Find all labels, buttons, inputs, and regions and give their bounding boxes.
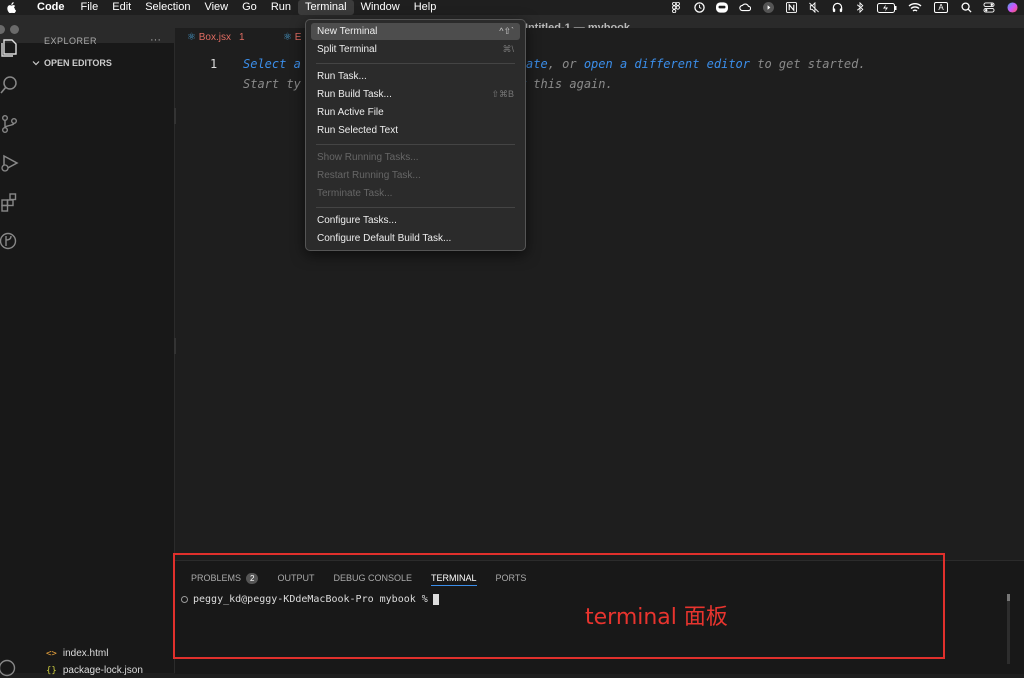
terminal-menu-dropdown: New Terminal ^⇧` Split Terminal ⌘\ Run Tas…	[305, 19, 526, 251]
account-icon[interactable]	[0, 658, 20, 678]
menu-item-shortcut: ⇧⌘B	[491, 89, 514, 99]
menu-terminal[interactable]: Terminal	[298, 0, 354, 15]
git-graph-icon[interactable]	[0, 231, 20, 251]
extensions-icon[interactable]	[0, 192, 20, 212]
search-icon[interactable]	[960, 2, 972, 13]
line-number: 1	[210, 57, 218, 71]
json-file-icon: {}	[46, 665, 57, 676]
chevron-down-icon	[32, 61, 40, 66]
hint-text: Start ty	[243, 77, 301, 91]
menu-item-shortcut: ^⇧`	[499, 26, 514, 36]
battery-icon[interactable]	[877, 2, 897, 13]
headphones-icon[interactable]	[831, 2, 843, 13]
tab-label: Box.jsx	[198, 32, 231, 43]
menu-app-code[interactable]: Code	[30, 0, 72, 15]
notion-icon[interactable]	[785, 2, 797, 13]
clock-icon[interactable]	[693, 2, 705, 13]
hint-text: , or	[547, 57, 584, 71]
menu-item-configure-default-build-task[interactable]: Configure Default Build Task...	[311, 230, 520, 247]
annotation-highlight-box	[173, 553, 945, 659]
menu-item-label: Configure Tasks...	[317, 215, 397, 226]
open-editors-label: OPEN EDITORS	[44, 58, 112, 68]
file-package-lock-json[interactable]: {} package-lock.json	[46, 665, 143, 676]
input-source-label: A	[934, 2, 948, 13]
gutter-mark	[174, 108, 176, 124]
annotation-label: terminal 面板	[585, 605, 728, 630]
tab-box-jsx[interactable]: ⚛ Box.jsx 1	[187, 32, 245, 43]
siri-icon[interactable]	[1006, 2, 1018, 13]
menu-item-split-terminal[interactable]: Split Terminal ⌘\	[311, 41, 520, 58]
run-debug-icon[interactable]	[0, 153, 20, 173]
editor-area[interactable]: 1 Select a late, or open a different edit…	[174, 48, 1024, 553]
menu-item-run-task[interactable]: Run Task...	[311, 68, 520, 85]
source-control-icon[interactable]	[0, 114, 20, 134]
editor-tabs: ⚛ Box.jsx 1 ⚛ E	[175, 28, 1024, 48]
menu-item-restart-running-task: Restart Running Task...	[311, 167, 520, 184]
menu-item-label: Run Active File	[317, 107, 384, 118]
hint-text: to get started.	[750, 57, 866, 71]
menu-item-label: New Terminal	[317, 26, 378, 37]
bluetooth-icon[interactable]	[854, 2, 866, 13]
menu-edit[interactable]: Edit	[105, 0, 138, 15]
input-source-icon[interactable]: A	[933, 2, 949, 13]
menu-item-run-active-file[interactable]: Run Active File	[311, 104, 520, 121]
menu-item-label: Split Terminal	[317, 44, 377, 55]
menu-item-terminate-task: Terminate Task...	[311, 185, 520, 202]
file-name: index.html	[62, 648, 109, 659]
menu-item-show-running-tasks: Show Running Tasks...	[311, 149, 520, 166]
menu-item-run-selected-text[interactable]: Run Selected Text	[311, 122, 520, 139]
explorer-title: EXPLORER	[44, 36, 98, 46]
menu-item-label: Run Selected Text	[317, 125, 398, 136]
control-center-icon[interactable]	[983, 2, 995, 13]
open-different-editor-link[interactable]: open a different editor	[584, 57, 750, 71]
menu-separator	[316, 63, 515, 64]
wifi-icon[interactable]	[908, 2, 922, 13]
open-editors-section[interactable]: OPEN EDITORS	[32, 58, 112, 68]
menu-help[interactable]: Help	[407, 0, 444, 15]
hint-text: this again.	[526, 77, 613, 91]
menu-window[interactable]: Window	[354, 0, 407, 15]
terminal-scrollbar[interactable]	[1007, 594, 1010, 664]
menu-item-new-terminal[interactable]: New Terminal ^⇧`	[311, 23, 520, 40]
menu-item-label: Run Build Task...	[317, 89, 392, 100]
play-icon[interactable]	[762, 2, 774, 13]
menu-file[interactable]: File	[74, 0, 106, 15]
menu-item-configure-tasks[interactable]: Configure Tasks...	[311, 212, 520, 229]
menu-item-label: Configure Default Build Task...	[317, 233, 452, 244]
menu-separator	[316, 144, 515, 145]
menu-item-label: Run Task...	[317, 71, 367, 82]
menu-view[interactable]: View	[197, 0, 235, 15]
menu-item-label: Terminate Task...	[317, 188, 393, 199]
menu-item-label: Restart Running Task...	[317, 170, 421, 181]
apple-logo-icon[interactable]	[6, 2, 16, 13]
macos-menu-bar: Code File Edit Selection View Go Run Ter…	[0, 0, 1024, 15]
explorer-sidebar: EXPLORER ··· OPEN EDITORS <> index.html …	[26, 34, 175, 676]
scrollbar-thumb[interactable]	[1007, 594, 1010, 601]
tab-label: E	[294, 32, 302, 43]
html-file-icon: <>	[46, 648, 57, 659]
window-close-button[interactable]	[0, 25, 5, 34]
menu-separator	[316, 207, 515, 208]
menu-item-label: Show Running Tasks...	[317, 152, 419, 163]
select-language-link[interactable]: Select a	[243, 57, 301, 71]
more-actions-icon[interactable]: ···	[150, 34, 161, 46]
search-icon[interactable]	[0, 75, 20, 95]
file-name: package-lock.json	[62, 665, 143, 676]
file-index-html[interactable]: <> index.html	[46, 648, 108, 659]
figma-icon[interactable]	[670, 2, 682, 13]
tab-second[interactable]: ⚛ E	[283, 32, 301, 43]
line-icon[interactable]	[716, 2, 728, 13]
creative-cloud-icon[interactable]	[739, 2, 751, 13]
menu-item-run-build-task[interactable]: Run Build Task... ⇧⌘B	[311, 86, 520, 103]
status-icons: A	[670, 0, 1018, 15]
menu-selection[interactable]: Selection	[138, 0, 197, 15]
menu-go[interactable]: Go	[235, 0, 264, 15]
menu-item-shortcut: ⌘\	[502, 44, 514, 54]
gutter-mark	[174, 338, 176, 354]
activity-bar	[0, 39, 26, 677]
window-minimize-button[interactable]	[10, 25, 19, 34]
menu-run[interactable]: Run	[264, 0, 298, 15]
mute-icon[interactable]	[808, 2, 820, 13]
explorer-files-icon[interactable]	[0, 38, 20, 58]
